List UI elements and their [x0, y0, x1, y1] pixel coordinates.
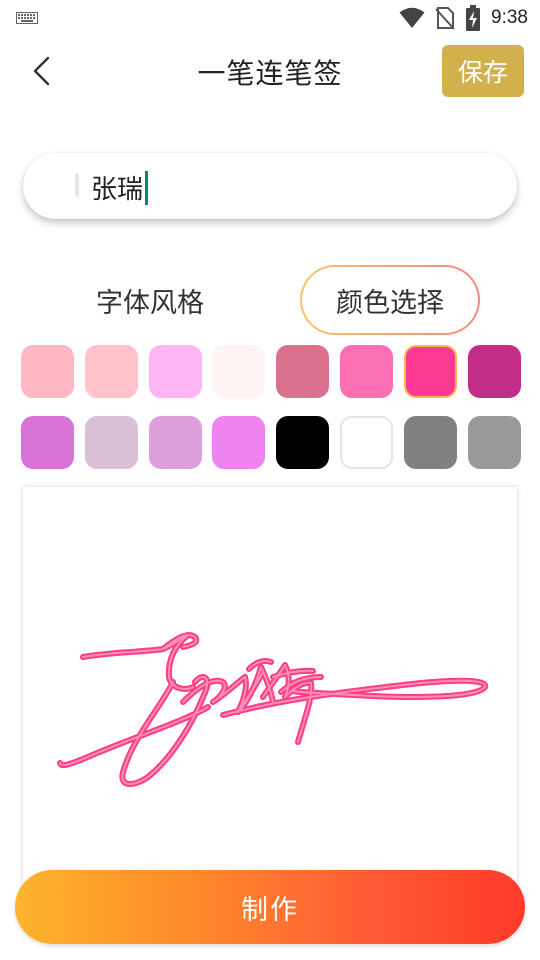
wifi-icon	[399, 7, 425, 28]
status-bar: 9:38	[0, 0, 540, 36]
signature-drawing	[57, 632, 488, 787]
color-swatch[interactable]	[21, 416, 74, 469]
color-palette	[21, 345, 521, 469]
name-input[interactable]: 张瑞	[23, 153, 517, 219]
color-swatch[interactable]	[339, 416, 393, 469]
color-swatch[interactable]	[148, 416, 202, 469]
color-swatch[interactable]	[276, 345, 330, 398]
input-accent-bar	[75, 173, 79, 197]
color-swatch[interactable]	[467, 345, 521, 398]
save-button[interactable]: 保存	[442, 45, 524, 97]
color-swatch[interactable]	[403, 345, 457, 398]
color-swatch[interactable]	[148, 345, 202, 398]
make-button[interactable]: 制作	[15, 870, 525, 944]
color-swatch[interactable]	[467, 416, 521, 469]
signature-stroke	[80, 632, 196, 692]
color-swatch[interactable]	[84, 345, 138, 398]
color-swatch[interactable]	[403, 416, 457, 469]
color-swatch[interactable]	[276, 416, 330, 469]
tab-font-style[interactable]: 字体风格	[60, 265, 240, 335]
color-swatch[interactable]	[212, 416, 266, 469]
tab-color-select[interactable]: 颜色选择	[300, 265, 480, 335]
battery-charging-icon	[466, 5, 481, 31]
signature-preview	[23, 487, 517, 907]
color-swatch[interactable]	[212, 345, 266, 398]
app-bar: 一笔连笔签 保存	[0, 36, 540, 106]
color-swatch[interactable]	[339, 345, 393, 398]
color-swatch[interactable]	[21, 345, 74, 398]
text-caret	[145, 170, 149, 205]
keyboard-icon	[16, 12, 38, 24]
no-sim-icon	[435, 7, 455, 30]
name-input-value: 张瑞	[91, 175, 144, 205]
color-swatch[interactable]	[84, 416, 138, 469]
status-time: 9:38	[491, 7, 528, 28]
